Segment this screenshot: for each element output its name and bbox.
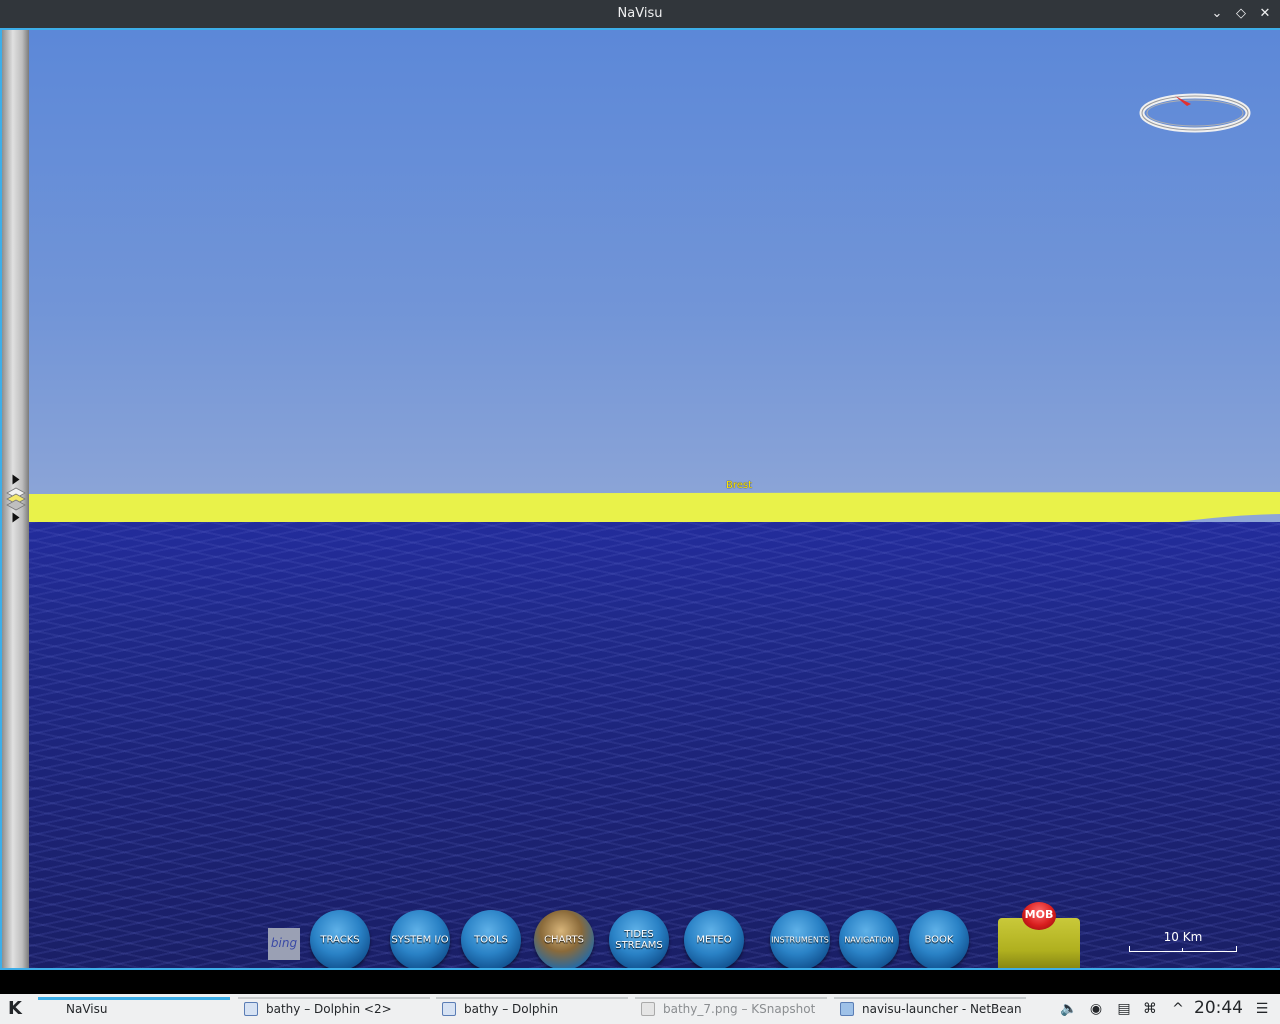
hamburger-icon[interactable]: ☰ xyxy=(1254,1001,1270,1017)
task-separator xyxy=(834,997,1026,999)
bathymetry-surface xyxy=(29,522,1280,968)
scale-bar-line xyxy=(1129,946,1237,952)
window-titlebar: NaVisu ⌄ ◇ ✕ xyxy=(0,0,1280,28)
task-dolphin[interactable]: bathy – Dolphin xyxy=(436,994,628,1024)
task-label: bathy_7.png – KSnapshot xyxy=(663,1002,816,1016)
minimize-icon[interactable]: ⌄ xyxy=(1208,5,1226,23)
navigation-label: NAVIGATION xyxy=(844,935,894,945)
wifi-icon[interactable]: ⌘ xyxy=(1142,1001,1158,1017)
task-separator xyxy=(436,997,628,999)
tracks-label: TRACKS xyxy=(320,934,360,946)
steam-icon[interactable]: ◉ xyxy=(1088,1001,1104,1017)
task-netbeans[interactable]: navisu-launcher - NetBeans I xyxy=(834,994,1026,1024)
meteo-label: METEO xyxy=(696,934,732,946)
task-separator xyxy=(635,997,827,999)
mob-label: MOB xyxy=(1024,908,1054,921)
instruments-label: INSTRUMENTS xyxy=(771,935,829,945)
system-io-button[interactable]: SYSTEM I/O xyxy=(390,910,450,968)
task-label: NaVisu xyxy=(66,1002,108,1016)
ksnapshot-icon xyxy=(641,1002,655,1016)
layers-icon[interactable] xyxy=(5,486,27,512)
clipboard-icon[interactable]: ▤ xyxy=(1116,1001,1132,1017)
tools-label: TOOLS xyxy=(474,934,508,946)
tides-streams-button[interactable]: TIDES STREAMS xyxy=(609,910,669,968)
place-label: Brest xyxy=(726,480,753,491)
task-ksnapshot[interactable]: bathy_7.png – KSnapshot xyxy=(635,994,827,1024)
navigation-button[interactable]: NAVIGATION xyxy=(839,910,899,968)
layer-sidebar[interactable] xyxy=(2,30,29,968)
volume-icon[interactable]: 🔈 xyxy=(1060,1001,1077,1017)
book-label: BOOK xyxy=(924,934,954,946)
task-label: bathy – Dolphin xyxy=(464,1002,559,1016)
scale-label: 10 Km xyxy=(1163,930,1203,944)
sidebar-expand-icon[interactable] xyxy=(12,474,20,485)
task-label: bathy – Dolphin <2> xyxy=(266,1002,392,1016)
task-navisu[interactable]: NaVisu xyxy=(38,994,230,1024)
tools-button[interactable]: TOOLS xyxy=(461,910,521,968)
bottom-toolbar: bing TRACKS SYSTEM I/O TOOLS CHARTS TIDE… xyxy=(29,902,1280,968)
meteo-button[interactable]: METEO xyxy=(684,910,744,968)
charts-label: CHARTS xyxy=(543,934,585,946)
instruments-button[interactable]: INSTRUMENTS xyxy=(770,910,830,968)
close-icon[interactable]: ✕ xyxy=(1256,5,1274,23)
taskbar: K NaVisu bathy – Dolphin <2> bathy – Dol… xyxy=(0,994,1280,1024)
window-title: NaVisu xyxy=(617,6,663,21)
scale-bar: 10 Km xyxy=(1129,930,1237,952)
task-dolphin-2[interactable]: bathy – Dolphin <2> xyxy=(238,994,430,1024)
task-separator xyxy=(238,997,430,999)
dolphin-icon xyxy=(244,1002,258,1016)
maximize-icon[interactable]: ◇ xyxy=(1232,5,1250,23)
active-task-indicator xyxy=(38,997,230,1000)
scale-bar-tick xyxy=(1182,948,1183,952)
globe-3d-view[interactable]: Brest bing TRACKS SYSTEM I/O TOOLS CHART… xyxy=(29,30,1280,968)
tides-streams-label: TIDES STREAMS xyxy=(615,929,663,951)
dolphin-icon xyxy=(442,1002,456,1016)
netbeans-icon xyxy=(840,1002,854,1016)
bing-logo: bing xyxy=(268,928,300,960)
mob-button[interactable]: MOB xyxy=(996,902,1082,968)
clock[interactable]: 20:44 xyxy=(1194,998,1243,1018)
kde-menu-icon[interactable]: K xyxy=(4,998,26,1020)
sidebar-collapse-icon[interactable] xyxy=(12,512,20,523)
app-window: Brest bing TRACKS SYSTEM I/O TOOLS CHART… xyxy=(0,28,1280,970)
system-io-label: SYSTEM I/O xyxy=(391,934,449,946)
expand-tray-icon[interactable]: ^ xyxy=(1170,1001,1186,1017)
charts-button[interactable]: CHARTS xyxy=(534,910,594,968)
task-label: navisu-launcher - NetBeans I xyxy=(862,1002,1022,1016)
compass-icon[interactable] xyxy=(1139,92,1251,134)
tracks-button[interactable]: TRACKS xyxy=(310,910,370,968)
book-button[interactable]: BOOK xyxy=(909,910,969,968)
